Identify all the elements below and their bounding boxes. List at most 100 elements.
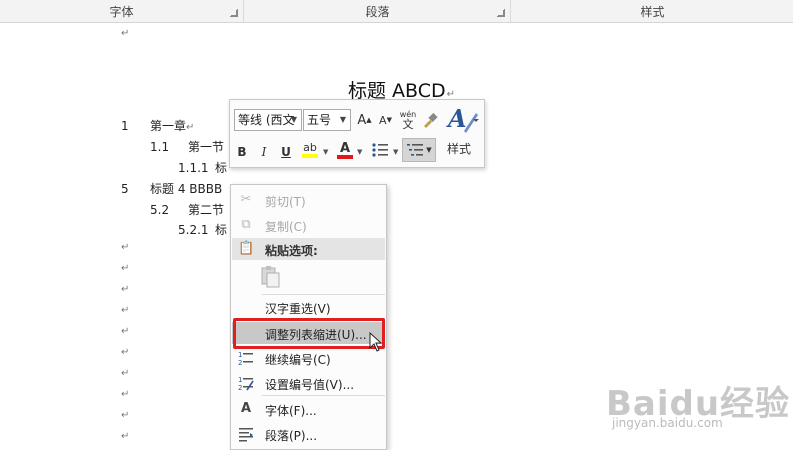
list-item-text: 第二节 [188,203,225,217]
watermark-url: jingyan.baidu.com [612,416,723,430]
font-icon: A [240,401,252,416]
menu-item-copy[interactable]: ⧉ 复制(C) [232,214,385,236]
menu-item-reconvert[interactable]: 汉字重选(V) [232,296,385,318]
list-item-text: 标 [215,223,228,237]
continue-numbering-icon: 12 [238,350,254,367]
menu-item-label: 设置编号值(V)... [265,378,355,392]
phonetic-guide-button[interactable]: wén 文 [398,108,418,132]
paragraph-mark: ↵ [121,242,130,253]
font-color-swatch [337,154,353,159]
list-item[interactable]: 1 第一章↵ [121,117,194,134]
menu-item-continue-numbering[interactable]: 12 继续编号(C) [232,347,385,369]
font-name-value: 等线 (西文 [238,113,295,127]
list-number: 5.2 [150,203,170,217]
italic-button[interactable]: I [256,142,272,162]
font-color-button[interactable]: A [336,140,354,160]
chevron-down-icon[interactable]: ▼ [289,110,299,130]
copy-icon: ⧉ [241,217,251,232]
ribbon-group-styles-label: 样式 [640,5,665,19]
format-painter-button[interactable] [421,110,439,130]
ribbon-group-font-label: 字体 [109,5,134,19]
chevron-down-icon[interactable]: ▼ [338,110,348,130]
paragraph-mark: ↵ [121,263,130,274]
phonetic-guide-bottom: 文 [402,118,414,131]
menu-item-label: 继续编号(C) [265,353,331,367]
menu-item-font[interactable]: A 字体(F)... [232,398,385,420]
paragraph-mark: ↵ [121,410,130,421]
mouse-cursor-icon [369,331,383,355]
chevron-down-icon[interactable]: ▼ [393,148,398,156]
menu-item-label: 剪切(T) [265,195,306,209]
menu-item-label: 复制(C) [265,220,307,234]
menu-item-paragraph[interactable]: 段落(P)... [232,423,385,445]
chevron-down-icon[interactable]: ▼ [426,146,431,154]
list-item[interactable]: 5 标题 4 BBBB [121,180,222,197]
highlight-icon: ab [303,141,317,154]
grow-font-button[interactable]: A ▲ [356,110,373,130]
annotation-highlight-box [233,318,385,349]
paragraph-icon [238,426,254,442]
svg-text:1: 1 [238,376,242,384]
watermark: Baidu经验 jingyan.baidu.com [606,376,791,450]
bullets-icon [372,143,388,157]
shrink-font-button[interactable]: A ▼ [377,110,394,130]
paragraph-mark: ↵ [121,368,130,379]
bold-icon: B [237,145,247,159]
underline-icon: U [281,145,291,159]
font-size-combo[interactable]: 五号 ▼ [303,109,351,131]
format-painter-icon [424,112,438,128]
font-dialog-launcher-icon[interactable] [230,9,238,17]
list-item[interactable]: 1.1.1 标 [178,159,227,176]
grow-font-icon: A [357,112,367,128]
underline-button[interactable]: U [278,142,294,162]
font-size-value: 五号 [307,113,332,127]
font-color-icon: A [339,140,351,156]
styles-icon: A [446,105,479,133]
list-number: 1.1.1 [178,161,209,175]
menu-item-label: 段落(P)... [265,429,318,443]
svg-text:2: 2 [238,359,242,366]
bold-button[interactable]: B [234,142,250,162]
context-menu: ✂ 剪切(T) ⧉ 复制(C) 📋 粘贴选项: 汉字重选(V) 调整列表缩进(U… [230,184,387,450]
set-numbering-value-icon: 12 [238,375,254,392]
paragraph-mark: ↵ [121,347,130,358]
list-number: 1.1 [150,140,170,154]
multilevel-list-button[interactable]: ▼ [402,138,436,162]
multilevel-list-icon [407,144,424,156]
highlight-color-swatch [302,154,318,158]
italic-icon: I [261,145,267,159]
chevron-down-icon[interactable]: ▼ [357,148,362,156]
chevron-down-icon[interactable]: ▼ [323,148,328,156]
paste-keep-text-icon [261,266,280,288]
menu-separator [262,395,385,396]
paragraph-mark: ↵ [121,28,130,39]
list-item[interactable]: 5.2 第二节 [150,201,224,218]
list-item-text: 第一章 [150,119,187,133]
font-name-combo[interactable]: 等线 (西文 ▼ [234,109,302,131]
styles-label: 样式 [447,142,472,156]
svg-text:A: A [446,105,467,133]
paste-keep-text-only-button[interactable] [259,265,285,291]
paragraph-dialog-launcher-icon[interactable] [497,9,505,17]
bullets-button[interactable] [370,140,390,160]
menu-separator [262,294,385,295]
list-item-text: 标题 4 BBBB [150,182,223,196]
shrink-font-icon: A [379,113,387,127]
paragraph-mark: ↵ [121,431,130,442]
ribbon-group-font: 字体 [0,0,244,23]
list-item-text: 第一节 [188,140,225,154]
highlight-button[interactable]: ab [300,140,320,160]
list-item[interactable]: 1.1 第一节 [150,138,224,155]
menu-item-cut[interactable]: ✂ 剪切(T) [232,189,385,211]
list-item[interactable]: 5.2.1 标 [178,221,227,238]
ribbon-group-bar: 字体 段落 样式 [0,0,793,23]
paragraph-mark: ↵ [121,305,130,316]
paste-icon: 📋 [238,241,255,256]
menu-item-set-numbering-value[interactable]: 12 设置编号值(V)... [232,372,385,394]
list-number: 5 [121,182,129,196]
menu-item-paste-options: 📋 粘贴选项: [232,238,385,260]
scissors-icon: ✂ [240,192,252,207]
ribbon-group-styles: 样式 [512,0,793,23]
paragraph-mark: ↵ [121,389,130,400]
ribbon-group-paragraph: 段落 [245,0,511,23]
